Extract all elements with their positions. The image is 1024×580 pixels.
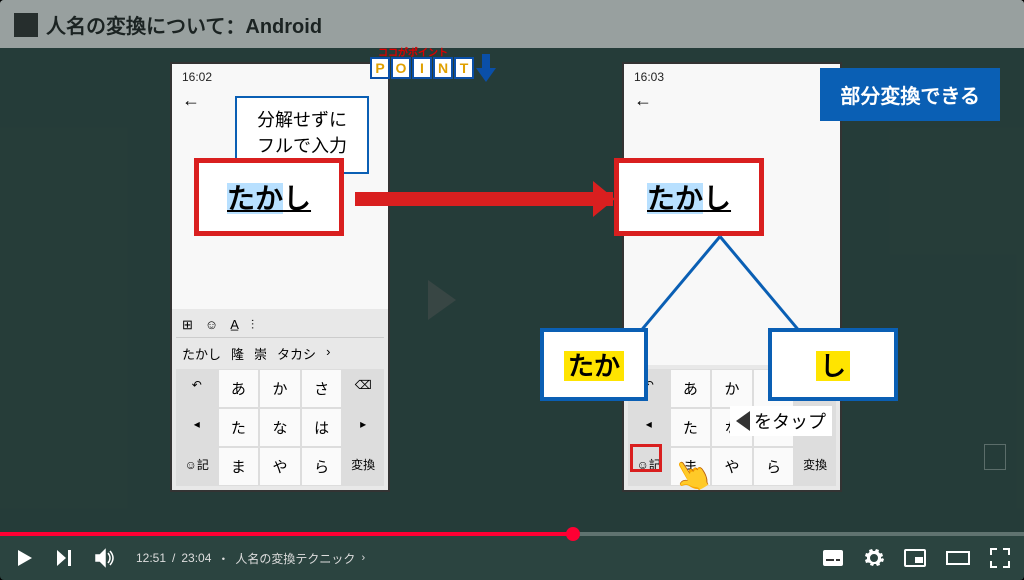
kbd-icon: A̲ xyxy=(230,317,239,333)
time-chapter: 12:51 / 23:04 ・ 人名の変換テクニック › xyxy=(136,550,365,567)
point-ruby-text: ココがポイント xyxy=(378,44,448,59)
input-text-left: たかし xyxy=(227,183,311,214)
arrow-down-icon xyxy=(476,54,496,82)
play-button[interactable] xyxy=(14,548,34,568)
partial-text-2: し xyxy=(816,351,850,381)
subtitles-button[interactable] xyxy=(822,549,844,567)
kbd-key: た xyxy=(670,408,712,447)
next-button[interactable] xyxy=(54,548,74,568)
kbd-key: か xyxy=(711,369,753,408)
partial-text-1: たか xyxy=(564,351,624,381)
kbd-key: な xyxy=(259,408,301,447)
point-letter: P xyxy=(370,57,390,79)
kbd-key: あ xyxy=(670,369,712,408)
kbd-key: か xyxy=(259,369,301,408)
suggestion-more: › xyxy=(326,344,330,363)
video-player: 人名の変換について：Android 16:02 ← ⊞ ☺ A̲ ⫶ たかし 隆… xyxy=(0,0,1024,580)
shield-icon xyxy=(984,444,1006,470)
red-box-right: たかし xyxy=(614,158,764,236)
theater-mode-button[interactable] xyxy=(946,549,970,567)
kbd-convert: 変換 xyxy=(342,447,384,486)
blue-box-1: たか xyxy=(540,328,648,401)
suggestion: タカシ xyxy=(277,344,316,363)
kbd-back: ◂ xyxy=(176,408,218,447)
point-letter: O xyxy=(391,57,411,79)
kbd-key: ら xyxy=(753,447,795,486)
arrow-right-icon xyxy=(355,192,613,206)
watermark xyxy=(984,444,1006,472)
point-letter: I xyxy=(412,57,432,79)
suggestion: 隆 xyxy=(231,344,244,363)
play-triangle-icon xyxy=(428,280,456,320)
kbd-key: た xyxy=(218,408,260,447)
volume-button[interactable] xyxy=(94,547,116,569)
blue-box-2: し xyxy=(768,328,898,401)
kbd-icon: ⫶ xyxy=(251,317,254,333)
kbd-convert: 変換 xyxy=(794,447,836,486)
chevron-right-icon[interactable]: › xyxy=(361,552,365,564)
phone-time-right: 16:03 xyxy=(624,64,840,90)
point-badge: ココがポイント P O I N T xyxy=(370,54,496,82)
kbd-key: ら xyxy=(301,447,343,486)
kbd-suggestions: たかし 隆 崇 タカシ › xyxy=(176,338,384,369)
chapter-title[interactable]: 人名の変換テクニック xyxy=(235,550,355,567)
point-letter: T xyxy=(454,57,474,79)
kbd-key: ま xyxy=(218,447,260,486)
suggestion: 崇 xyxy=(254,344,267,363)
player-controls: 12:51 / 23:04 ・ 人名の変換テクニック › xyxy=(0,536,1024,580)
kbd-fwd: ▸ xyxy=(342,408,384,447)
kbd-key: は xyxy=(301,408,343,447)
tap-instruction: をタップ xyxy=(730,406,832,436)
point-letter: N xyxy=(433,57,453,79)
duration: 23:04 xyxy=(181,551,211,565)
time-separator: / xyxy=(172,551,175,565)
phone-back-arrow: ← xyxy=(624,90,840,115)
current-time: 12:51 xyxy=(136,551,166,565)
kbd-key: や xyxy=(259,447,301,486)
kbd-emoji: ☺記 xyxy=(176,447,218,486)
red-box-left: たかし xyxy=(194,158,344,236)
suggestion: たかし xyxy=(182,344,221,363)
miniplayer-button[interactable] xyxy=(904,549,926,567)
bubble-line1: 分解せずに xyxy=(257,106,347,132)
kbd-icon: ☺ xyxy=(205,317,218,333)
settings-button[interactable] xyxy=(864,548,884,568)
highlight-box xyxy=(630,444,662,472)
kbd-back: ◂ xyxy=(628,408,670,447)
content-overlay[interactable]: 16:02 ← ⊞ ☺ A̲ ⫶ たかし 隆 崇 タカシ › ↶ xyxy=(0,0,1024,532)
input-text-right: たかし xyxy=(647,183,731,214)
triangle-left-icon xyxy=(736,411,750,431)
kbd-del: ⌫ xyxy=(342,369,384,408)
kbd-toolbar: ⊞ ☺ A̲ ⫶ xyxy=(176,313,384,338)
kbd-undo: ↶ xyxy=(176,369,218,408)
blue-banner: 部分変換できる xyxy=(820,68,1000,121)
kbd-key: さ xyxy=(301,369,343,408)
bubble-line2: フルで入力 xyxy=(257,132,347,158)
kbd-key: あ xyxy=(218,369,260,408)
phone-time-left: 16:02 xyxy=(172,64,388,90)
chapter-prefix: ・ xyxy=(217,550,229,567)
keyboard-left: ⊞ ☺ A̲ ⫶ たかし 隆 崇 タカシ › ↶ あ か さ ⌫ xyxy=(172,309,388,490)
tap-label: をタップ xyxy=(754,408,826,434)
fullscreen-button[interactable] xyxy=(990,548,1010,568)
kbd-icon: ⊞ xyxy=(182,317,193,333)
